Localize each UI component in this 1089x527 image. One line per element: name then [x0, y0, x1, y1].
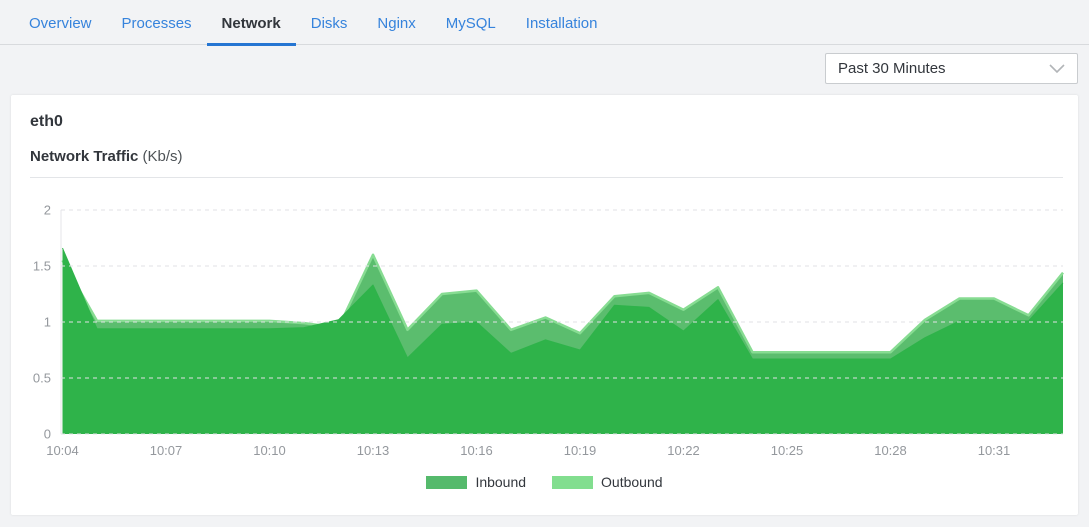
network-traffic-chart[interactable]: 0 0.5 1 1.5 2 10:04 10:07 10:10 10:13 10:16 10:19 1… — [11, 195, 1078, 465]
legend-item-outbound[interactable]: Outbound — [552, 474, 663, 490]
y-tick-label: 1.5 — [33, 259, 51, 274]
x-tick-label: 10:13 — [357, 443, 390, 458]
legend-item-inbound[interactable]: Inbound — [426, 474, 526, 490]
tab-disks[interactable]: Disks — [296, 1, 363, 46]
tab-mysql[interactable]: MySQL — [431, 1, 511, 46]
tab-nginx[interactable]: Nginx — [362, 1, 430, 46]
chart-title: Network Traffic (Kb/s) — [11, 131, 1078, 165]
time-range-value: Past 30 Minutes — [838, 60, 946, 77]
legend-swatch-inbound — [426, 476, 467, 489]
x-tick-label: 10:04 — [46, 443, 79, 458]
y-tick-label: 2 — [44, 203, 51, 218]
y-tick-label: 0.5 — [33, 371, 51, 386]
chart-unit: (Kb/s) — [143, 148, 183, 165]
tab-network[interactable]: Network — [207, 1, 296, 46]
toolbar: Past 30 Minutes — [0, 45, 1089, 95]
x-tick-label: 10:19 — [564, 443, 597, 458]
chart-legend: Inbound Outbound — [11, 474, 1078, 490]
legend-label-inbound: Inbound — [475, 474, 526, 490]
x-tick-label: 10:16 — [460, 443, 493, 458]
x-tick-label: 10:25 — [771, 443, 804, 458]
divider — [30, 177, 1063, 178]
x-tick-label: 10:31 — [978, 443, 1011, 458]
network-chart-card: eth0 Network Traffic (Kb/s) 0 0.5 1 1.5 2 10:… — [11, 95, 1078, 515]
x-tick-label: 10:28 — [874, 443, 907, 458]
x-tick-label: 10:07 — [150, 443, 183, 458]
legend-swatch-outbound — [552, 476, 593, 489]
tab-bar: OverviewProcessesNetworkDisksNginxMySQLI… — [0, 0, 1089, 45]
tab-overview[interactable]: Overview — [14, 1, 107, 46]
time-range-dropdown[interactable]: Past 30 Minutes — [825, 53, 1078, 84]
chart-title-text: Network Traffic — [30, 148, 138, 165]
y-tick-label: 1 — [44, 315, 51, 330]
chevron-down-icon — [1049, 64, 1065, 74]
interface-title: eth0 — [11, 95, 1078, 131]
tab-installation[interactable]: Installation — [511, 1, 613, 46]
tab-processes[interactable]: Processes — [107, 1, 207, 46]
x-tick-label: 10:22 — [667, 443, 700, 458]
x-tick-label: 10:10 — [253, 443, 286, 458]
y-tick-label: 0 — [44, 427, 51, 442]
legend-label-outbound: Outbound — [601, 474, 663, 490]
